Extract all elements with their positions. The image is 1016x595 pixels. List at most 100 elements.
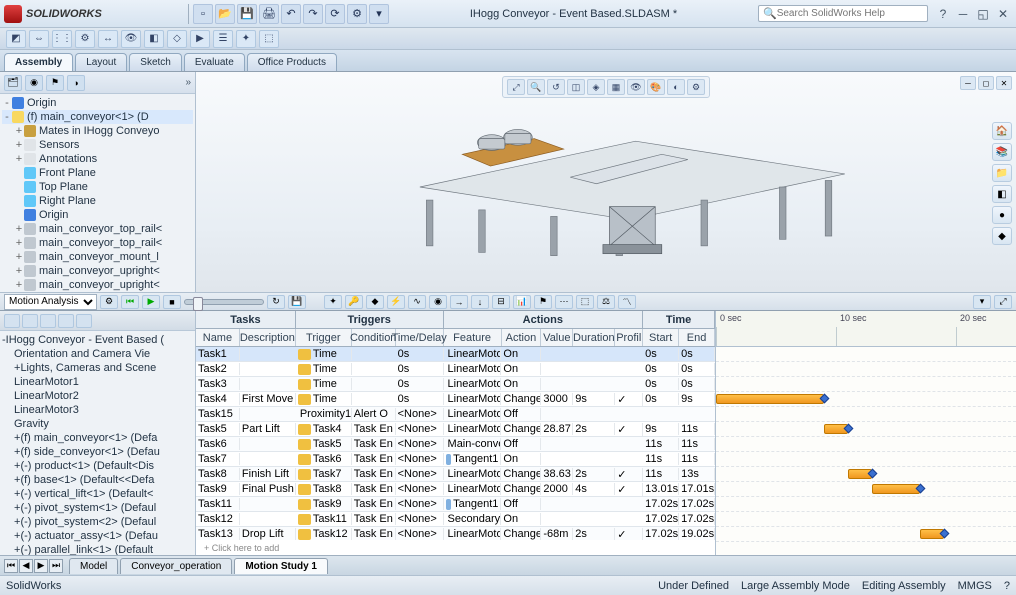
stop-icon[interactable]: ■ [163,295,181,309]
tree-item[interactable]: -(f) main_conveyor<1> (D [2,110,193,124]
tab-layout[interactable]: Layout [75,53,127,71]
property-manager-tab-icon[interactable]: ◉ [25,75,43,91]
tab-sketch[interactable]: Sketch [129,53,182,71]
tree-item[interactable]: +Mates in IHogg Conveyo [2,124,193,138]
simulation-setup-icon[interactable]: ⬚ [576,295,594,309]
save-icon[interactable]: 💾 [237,4,257,24]
restore-icon[interactable]: ◱ [974,6,992,22]
timeline-bar[interactable] [716,394,824,404]
task-row[interactable]: Task7Task6Task En<None>Tangent1On11s11s [196,452,715,467]
bom-icon[interactable]: ☰ [213,30,233,48]
custom-props-tab-icon[interactable]: ◆ [992,227,1012,245]
hide-show-icon[interactable]: 👁 [627,79,645,95]
reference-geometry-icon[interactable]: ◇ [167,30,187,48]
filter5-icon[interactable] [76,314,92,328]
column-header[interactable]: Time/Delay [396,329,444,346]
column-header[interactable]: Duration [573,329,615,346]
feature-tree-tab-icon[interactable]: 🗂 [4,75,22,91]
linear-pattern-icon[interactable]: ⋮⋮ [52,30,72,48]
column-header[interactable]: Profil [615,329,643,346]
tree-item[interactable]: +main_conveyor_upright< [2,278,193,292]
insert-component-icon[interactable]: ◩ [6,30,26,48]
tree-item[interactable]: Orientation and Camera Vie [2,347,193,361]
task-row[interactable]: Task3Time0sLinearMotorOn0s0s [196,377,715,392]
task-row[interactable]: Task5Part LiftTask4Task En<None>LinearMo… [196,422,715,437]
calculate-icon[interactable]: ⚙ [100,295,118,309]
display-style-icon[interactable]: ▦ [607,79,625,95]
playback-mode-icon[interactable]: ↻ [267,295,285,309]
minimize-icon[interactable]: ─ [954,6,972,22]
motion-timeline[interactable]: 0 sec10 sec20 sec [716,311,1016,555]
viewport-close-icon[interactable]: ✕ [996,76,1012,90]
task-row[interactable]: Task15Proximity1Alert O<None>LinearMotor… [196,407,715,422]
smart-fasteners-icon[interactable]: ⚙ [75,30,95,48]
study-type-select[interactable]: Motion Analysis [4,294,97,310]
column-header[interactable]: Action [502,329,542,346]
tree-item[interactable]: Gravity [2,417,193,431]
viewport-max-icon[interactable]: ◻ [978,76,994,90]
design-library-tab-icon[interactable]: 📚 [992,143,1012,161]
tree-item[interactable]: +(-) vertical_lift<1> (Default< [2,487,193,501]
previous-view-icon[interactable]: ↺ [547,79,565,95]
plot-icon[interactable]: 〽 [618,295,636,309]
graphics-viewport[interactable]: ⤢ 🔍 ↺ ◫ ◈ ▦ 👁 🎨 ◐ ⚙ ─ ◻ ✕ 🏠 📚 📁 ◧ ● ◆ [196,72,1016,292]
force-icon[interactable]: → [450,295,468,309]
tree-item[interactable]: LinearMotor1 [2,375,193,389]
zoom-area-icon[interactable]: 🔍 [527,79,545,95]
filter2-icon[interactable] [22,314,38,328]
feature-tree[interactable]: -Origin-(f) main_conveyor<1> (D+Mates in… [0,94,195,292]
tree-item[interactable]: +(-) actuator_assy<1> (Defau [2,529,193,543]
redo-icon[interactable]: ↷ [303,4,323,24]
close-icon[interactable]: ✕ [994,6,1012,22]
zoom-fit-icon[interactable]: ⤢ [507,79,525,95]
column-header[interactable]: Start [643,329,679,346]
print-icon[interactable]: 🖨 [259,4,279,24]
file-explorer-tab-icon[interactable]: 📁 [992,164,1012,182]
tree-item[interactable]: LinearMotor2 [2,389,193,403]
study-tab[interactable]: Motion Study 1 [234,558,328,574]
config-manager-tab-icon[interactable]: ⚑ [46,75,64,91]
tree-item[interactable]: -Origin [2,96,193,110]
tree-item[interactable]: +Annotations [2,152,193,166]
tree-item[interactable]: +(f) main_conveyor<1> (Defa [2,431,193,445]
tree-item[interactable]: Origin [2,208,193,222]
view-palette-tab-icon[interactable]: ◧ [992,185,1012,203]
exploded-view-icon[interactable]: ✦ [236,30,256,48]
play-from-start-icon[interactable]: ⏮ [121,295,139,309]
instant3d-icon[interactable]: ⬚ [259,30,279,48]
filter4-icon[interactable] [58,314,74,328]
status-help-icon[interactable]: ? [1004,580,1010,592]
event-task-grid[interactable]: TasksTriggersActionsTime NameDescription… [196,311,716,555]
motion-feature-tree[interactable]: -IHogg Conveyor - Event Based (Orientati… [0,331,195,555]
task-row[interactable]: Task6Task5Task En<None>Main-conveOff11s1… [196,437,715,452]
tree-item[interactable]: LinearMotor3 [2,403,193,417]
tree-item[interactable]: -IHogg Conveyor - Event Based ( [2,333,193,347]
apply-scene-icon[interactable]: ◐ [667,79,685,95]
task-row[interactable]: Task9Final PushTask8Task En<None>LinearM… [196,482,715,497]
filter3-icon[interactable] [40,314,56,328]
tab-first-icon[interactable]: ⏮ [4,559,18,573]
help-icon[interactable]: ? [934,6,952,22]
move-component-icon[interactable]: ↔ [98,30,118,48]
tab-prev-icon[interactable]: ◀ [19,559,33,573]
tab-assembly[interactable]: Assembly [4,53,73,71]
tree-item[interactable]: Front Plane [2,166,193,180]
mass-props-icon[interactable]: ⚖ [597,295,615,309]
column-header[interactable]: Feature [444,329,502,346]
tree-item[interactable]: Top Plane [2,180,193,194]
task-row[interactable]: Task8Finish LiftTask7Task En<None>Linear… [196,467,715,482]
tree-item[interactable]: +(f) side_conveyor<1> (Defau [2,445,193,459]
results-icon[interactable]: 📊 [513,295,531,309]
tree-item[interactable]: +(f) base<1> (Default<<Defa [2,473,193,487]
column-header[interactable]: End [679,329,715,346]
tree-item[interactable]: +(-) product<1> (Default<Dis [2,459,193,473]
edit-appearance-icon[interactable]: 🎨 [647,79,665,95]
autokey-icon[interactable]: 🔑 [345,295,363,309]
column-header[interactable]: Value [541,329,573,346]
column-header[interactable]: Condition [352,329,396,346]
tab-next-icon[interactable]: ▶ [34,559,48,573]
open-icon[interactable]: 📂 [215,4,235,24]
study-tab[interactable]: Conveyor_operation [120,558,232,574]
view-settings-icon[interactable]: ⚙ [687,79,705,95]
tab-evaluate[interactable]: Evaluate [184,53,245,71]
